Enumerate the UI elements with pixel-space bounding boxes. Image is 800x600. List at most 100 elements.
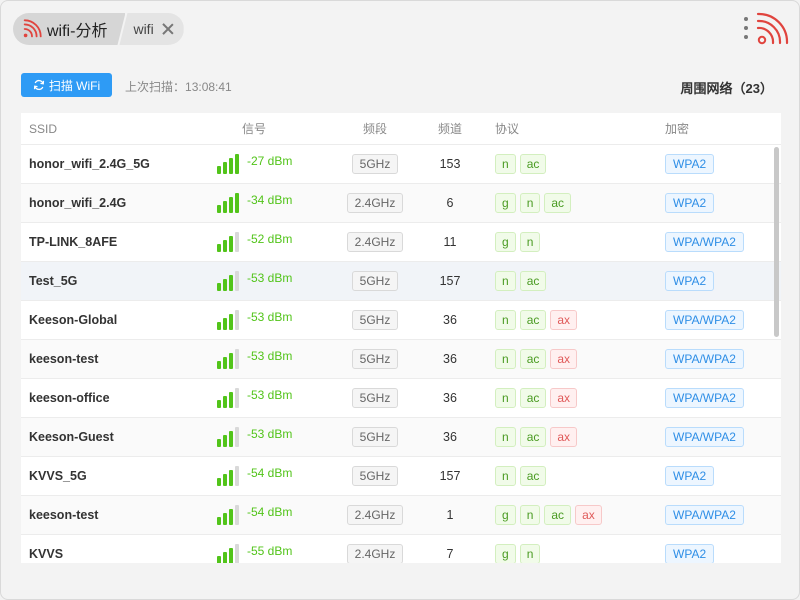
ssid-cell: Test_5G	[29, 274, 78, 288]
band-tag: 2.4GHz	[346, 505, 404, 525]
table-row[interactable]: KVVS -55 dBm 2.4GHz 7 g n WPA2	[21, 535, 781, 563]
encryption-cell: WPA/WPA2	[665, 349, 781, 369]
table-row[interactable]: TP-LINK_8AFE -52 dBm 2.4GHz 11 g n WPA/WPA2	[21, 223, 781, 262]
band-tag: 5GHz	[351, 349, 399, 369]
signal-cell: -52 dBm	[217, 232, 329, 252]
ssid-cell: KVVS_5G	[29, 469, 87, 483]
protocol-tag: n	[519, 193, 541, 213]
band-cell: 5GHz	[329, 154, 421, 174]
signal-dbm: -53 dBm	[247, 427, 293, 441]
protocol-tag: g	[495, 505, 516, 525]
tab-bar: wifi-分析 wifi	[13, 13, 184, 45]
signal-bars-icon	[217, 544, 239, 563]
band-cell: 5GHz	[329, 388, 421, 408]
protocol-tag: n	[495, 349, 516, 369]
signal-bars-icon	[217, 466, 239, 486]
table-row[interactable]: keeson-test -53 dBm 5GHz 36 n ac ax WPA/WPA2	[21, 340, 781, 379]
encryption-tag: WPA/WPA2	[665, 505, 744, 525]
band-cell: 2.4GHz	[329, 544, 421, 563]
channel-cell: 36	[443, 352, 457, 366]
table-row[interactable]: Test_5G -53 dBm 5GHz 157 n ac WPA2	[21, 262, 781, 301]
table-scrollbar[interactable]	[774, 147, 779, 337]
encryption-tag: WPA/WPA2	[665, 349, 744, 369]
signal-dbm: -27 dBm	[247, 154, 293, 168]
header-ssid[interactable]: SSID	[21, 122, 217, 136]
encryption-tag: WPA/WPA2	[665, 232, 744, 252]
signal-bars-icon	[217, 193, 239, 213]
band-tag: 2.4GHz	[346, 193, 404, 213]
header-encryption[interactable]: 加密	[665, 120, 781, 137]
table-row[interactable]: keeson-office -53 dBm 5GHz 36 n ac ax WPA/WPA2	[21, 379, 781, 418]
encryption-cell: WPA2	[665, 466, 781, 486]
header-signal[interactable]: 信号	[217, 120, 329, 137]
table-row[interactable]: Keeson-Global -53 dBm 5GHz 36 n ac ax WPA/WPA2	[21, 301, 781, 340]
signal-bars-icon	[217, 505, 239, 525]
table-row[interactable]: honor_wifi_2.4G -34 dBm 2.4GHz 6 g n ac WPA2	[21, 184, 781, 223]
encryption-tag: WPA2	[665, 544, 715, 563]
band-cell: 2.4GHz	[329, 232, 421, 252]
signal-cell: -53 dBm	[217, 310, 329, 330]
ssid-cell: honor_wifi_2.4G	[29, 196, 127, 210]
protocol-tag: ax	[550, 388, 578, 408]
band-tag: 5GHz	[351, 427, 399, 447]
signal-dbm: -53 dBm	[247, 271, 293, 285]
ssid-cell: KVVS	[29, 547, 64, 561]
encryption-tag: WPA2	[665, 193, 715, 213]
protocol-tag: n	[519, 505, 541, 525]
encryption-tag: WPA/WPA2	[665, 388, 744, 408]
encryption-cell: WPA/WPA2	[665, 232, 781, 252]
protocol-tag: n	[495, 466, 516, 486]
header-protocol[interactable]: 协议	[479, 120, 665, 137]
tab-wifi[interactable]: wifi	[119, 13, 184, 45]
channel-cell: 7	[446, 547, 454, 561]
signal-bars-icon	[217, 349, 239, 369]
protocol-tag: ac	[519, 310, 547, 330]
signal-dbm: -54 dBm	[247, 466, 293, 480]
signal-bars-icon	[217, 271, 239, 291]
tab-wifi-analysis[interactable]: wifi-分析	[13, 13, 125, 45]
band-tag: 5GHz	[351, 154, 399, 174]
protocol-tag: ac	[519, 349, 547, 369]
encryption-cell: WPA2	[665, 271, 781, 291]
protocol-tag: n	[495, 310, 516, 330]
table-row[interactable]: keeson-test -54 dBm 2.4GHz 1 g n ac ax WPA/WPA2	[21, 496, 781, 535]
table-row[interactable]: KVVS_5G -54 dBm 5GHz 157 n ac WPA2	[21, 457, 781, 496]
header-channel[interactable]: 频道	[421, 120, 479, 137]
encryption-tag: WPA2	[665, 154, 715, 174]
table-row[interactable]: honor_wifi_2.4G_5G -27 dBm 5GHz 153 n ac WPA2	[21, 145, 781, 184]
signal-cell: -34 dBm	[217, 193, 329, 213]
ssid-cell: Keeson-Guest	[29, 430, 114, 444]
channel-cell: 36	[443, 391, 457, 405]
signal-bars-icon	[217, 388, 239, 408]
encryption-cell: WPA/WPA2	[665, 505, 781, 525]
protocol-cell: n ac	[479, 271, 665, 291]
protocol-cell: gn	[479, 544, 665, 563]
table-body: honor_wifi_2.4G_5G -27 dBm 5GHz 153 n ac WPA2 h…	[21, 145, 781, 563]
refresh-icon	[33, 79, 44, 91]
signal-dbm: -34 dBm	[247, 193, 293, 207]
close-icon[interactable]	[160, 21, 176, 37]
protocol-cell: n ac ax	[479, 427, 665, 447]
header-band[interactable]: 频段	[329, 120, 421, 137]
more-menu-icon[interactable]	[744, 17, 750, 43]
channel-cell: 11	[443, 235, 457, 249]
scan-wifi-label: 扫描 WiFi	[48, 78, 101, 93]
signal-cell: -53 dBm	[217, 271, 329, 291]
protocol-tag: g	[495, 193, 516, 213]
protocol-tag: ax	[550, 349, 578, 369]
protocol-cell: g n ac	[479, 193, 665, 213]
protocol-tag: ac	[544, 193, 572, 213]
scan-wifi-button[interactable]: 扫描 WiFi	[21, 73, 112, 97]
band-cell: 5GHz	[329, 466, 421, 486]
table-row[interactable]: Keeson-Guest -53 dBm 5GHz 36 n ac ax WPA/WPA2	[21, 418, 781, 457]
protocol-cell: n ac	[479, 466, 665, 486]
encryption-tag: WPA2	[665, 466, 715, 486]
encryption-cell: WPA/WPA2	[665, 427, 781, 447]
protocol-tag: ac	[519, 427, 547, 447]
protocol-cell: n ac ax	[479, 388, 665, 408]
band-cell: 5GHz	[329, 427, 421, 447]
protocol-tag: ac	[544, 505, 572, 525]
band-tag: 2.4GHz	[346, 544, 404, 563]
protocol-tag: ax	[550, 310, 578, 330]
wifi-table: SSID 信号 频段 频道 协议 加密 honor_wifi_2.4G_5G -2…	[21, 113, 781, 563]
